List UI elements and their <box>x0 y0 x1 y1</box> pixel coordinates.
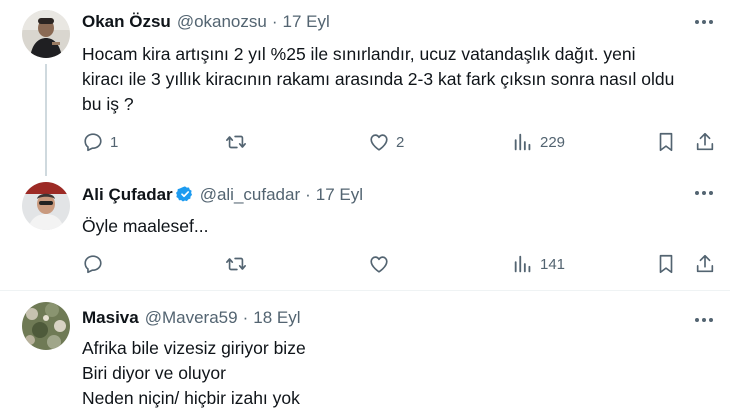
author-handle[interactable]: @Mavera59 <box>145 308 238 328</box>
action-bar: 1 2 229 <box>82 128 722 156</box>
action-bar: 141 <box>82 250 722 278</box>
tweet-text-line: Neden niçin/ hiçbir izahı yok <box>82 388 300 408</box>
separator: · <box>271 12 278 31</box>
more-icon[interactable] <box>690 12 718 32</box>
like-icon <box>370 134 388 151</box>
reply-button[interactable] <box>82 250 110 278</box>
reply-icon <box>84 255 102 274</box>
tweet-text-line: kiracı ile 3 yıllık kiracının rakamı ara… <box>82 69 675 89</box>
bookmark-button[interactable] <box>656 250 676 278</box>
bookmark-icon <box>659 254 673 274</box>
views-count: 229 <box>540 133 566 151</box>
retweet-icon <box>226 135 246 149</box>
share-button[interactable] <box>694 250 716 278</box>
author-name[interactable]: Okan Özsu <box>82 12 171 32</box>
author-name[interactable]: Masiva <box>82 308 139 328</box>
retweet-button[interactable] <box>224 128 254 156</box>
more-icon[interactable] <box>690 183 718 203</box>
tweet-ali: Ali Çufadar @ali_cufadar · 17 Eyl Öyle m… <box>0 170 730 288</box>
retweet-button[interactable] <box>224 250 254 278</box>
reply-count: 1 <box>110 133 119 151</box>
more-icon[interactable] <box>690 310 718 330</box>
views-button[interactable]: 141 <box>512 250 565 278</box>
tweet-okan: Okan Özsu @okanozsu · 17 Eyl Hocam kira … <box>0 0 730 176</box>
share-icon <box>696 254 714 273</box>
like-button[interactable] <box>368 250 396 278</box>
bookmark-button[interactable] <box>656 128 676 156</box>
reply-button[interactable]: 1 <box>82 128 118 156</box>
tweet-date[interactable]: 17 Eyl <box>283 12 330 32</box>
tweet-date[interactable]: 17 Eyl <box>316 185 363 205</box>
share-icon <box>696 132 714 151</box>
separator: · <box>242 308 249 327</box>
avatar[interactable] <box>22 182 70 230</box>
tweet-text-line: bu iş ? <box>82 94 134 114</box>
tweet-header: Masiva @Mavera59 · 18 Eyl <box>82 308 300 328</box>
views-button[interactable]: 229 <box>512 128 565 156</box>
like-icon <box>370 256 388 273</box>
tweet-text-line: Biri diyor ve oluyor <box>82 363 226 383</box>
like-count: 2 <box>396 133 405 151</box>
views-icon <box>514 255 531 273</box>
tweet-header: Ali Çufadar @ali_cufadar · 17 Eyl <box>82 182 363 205</box>
tweet-text-line: Afrika bile vizesiz giriyor bize <box>82 338 306 358</box>
views-icon <box>514 133 531 151</box>
separator: · <box>305 185 311 204</box>
views-count: 141 <box>540 255 566 273</box>
reply-icon <box>84 133 102 152</box>
tweet-text-line: Hocam kira artışını 2 yıl %25 ile sınırl… <box>82 44 636 64</box>
retweet-icon <box>226 257 246 271</box>
share-button[interactable] <box>694 128 716 156</box>
bookmark-icon <box>659 132 673 152</box>
tweet-text: Öyle maalesef... <box>82 214 722 239</box>
like-button[interactable]: 2 <box>368 128 404 156</box>
author-handle[interactable]: @okanozsu <box>177 12 267 32</box>
verified-badge-icon <box>175 186 192 202</box>
tweet-text-line: Öyle maalesef... <box>82 216 209 236</box>
tweet-header: Okan Özsu @okanozsu · 17 Eyl <box>82 12 330 32</box>
thread-line <box>45 64 47 176</box>
tweet-masiva: Masiva @Mavera59 · 18 Eyl Afrika bile vi… <box>0 291 730 420</box>
avatar[interactable] <box>22 302 70 350</box>
tweet-text: Afrika bile vizesiz giriyor bize Biri di… <box>82 336 722 411</box>
tweet-date[interactable]: 18 Eyl <box>253 308 300 328</box>
tweet-text: Hocam kira artışını 2 yıl %25 ile sınırl… <box>82 42 722 117</box>
avatar[interactable] <box>22 10 70 58</box>
author-name[interactable]: Ali Çufadar <box>82 185 173 205</box>
author-handle[interactable]: @ali_cufadar <box>200 185 300 205</box>
